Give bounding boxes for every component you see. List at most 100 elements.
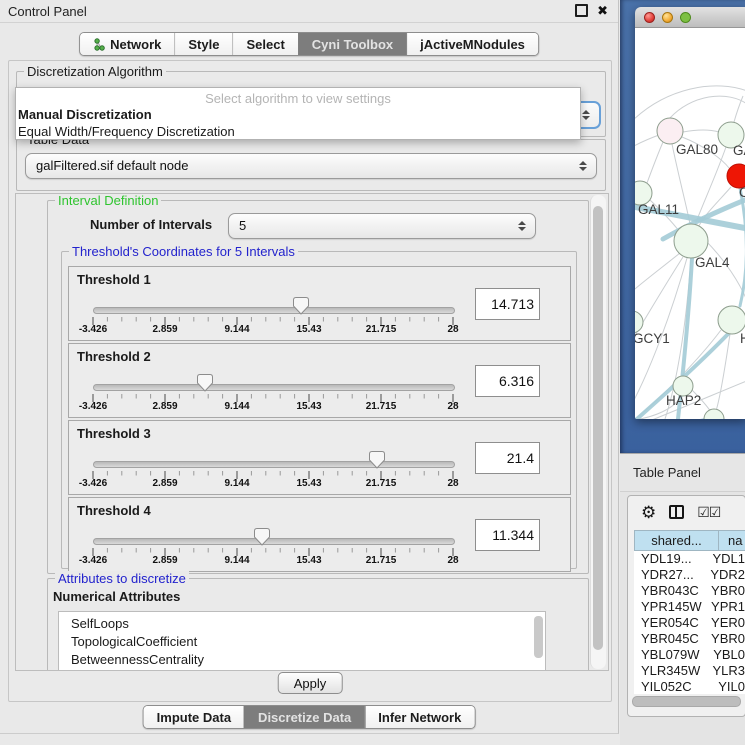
tab-network[interactable]: Network bbox=[80, 33, 174, 55]
column-header-shared-name[interactable]: shared... bbox=[634, 530, 719, 551]
network-edge[interactable] bbox=[683, 130, 719, 132]
threshold-4-box: Threshold 4-3.4262.8599.14415.4321.71528 bbox=[68, 497, 571, 572]
threshold-1-value-input[interactable] bbox=[475, 288, 540, 320]
cell-name[interactable]: YPR1 bbox=[707, 599, 745, 615]
threshold-4-slider-track[interactable] bbox=[93, 538, 455, 545]
table-row[interactable]: YPR145WYPR1 bbox=[634, 599, 745, 615]
network-edge[interactable] bbox=[705, 240, 745, 303]
threshold-3-box: Threshold 3-3.4262.8599.14415.4321.71528 bbox=[68, 420, 571, 495]
close-traffic-light-icon[interactable] bbox=[644, 12, 655, 23]
threshold-1-slider-thumb[interactable] bbox=[292, 296, 310, 316]
number-of-intervals-combobox[interactable]: 5 bbox=[228, 213, 536, 239]
column-header-name[interactable]: na bbox=[719, 530, 745, 551]
cell-shared-name[interactable]: YBR043C bbox=[634, 583, 707, 599]
tab-style[interactable]: Style bbox=[174, 33, 232, 55]
table-row[interactable]: YBR043CYBR0 bbox=[634, 583, 745, 599]
table-row[interactable]: YDL19...YDL1 bbox=[634, 551, 745, 567]
cell-name[interactable]: YDL1 bbox=[708, 551, 745, 567]
network-window[interactable]: GAL80GACGAL11GAL4GCY1HHAP2 bbox=[635, 7, 745, 419]
split-columns-icon[interactable] bbox=[669, 505, 684, 519]
tab-cyni-toolbox-label: Cyni Toolbox bbox=[312, 37, 393, 52]
network-node-gcy1[interactable] bbox=[635, 311, 643, 333]
zoom-traffic-light-icon[interactable] bbox=[680, 12, 691, 23]
cell-name[interactable]: YIL0 bbox=[714, 679, 745, 694]
node-label: HAP2 bbox=[666, 393, 701, 408]
threshold-3-slider-track[interactable] bbox=[93, 461, 455, 468]
attribute-item-topologicalcoefficient[interactable]: TopologicalCoefficient bbox=[59, 633, 545, 651]
threshold-2-slider-track[interactable] bbox=[93, 384, 455, 391]
threshold-3-label: Threshold 3 bbox=[77, 426, 151, 441]
threshold-2-slider-thumb[interactable] bbox=[196, 373, 214, 393]
table-row[interactable]: YIL052CYIL0 bbox=[634, 679, 745, 694]
network-edge[interactable] bbox=[647, 142, 663, 183]
bottom-tab-infer-network[interactable]: Infer Network bbox=[364, 706, 474, 728]
slider-tick-label: 9.144 bbox=[224, 401, 249, 412]
close-icon[interactable]: ✖ bbox=[597, 4, 608, 17]
threshold-1-slider-track[interactable] bbox=[93, 307, 455, 314]
network-node[interactable] bbox=[704, 409, 724, 419]
settings-scrollbar[interactable] bbox=[590, 195, 606, 669]
table-row[interactable]: YBL079WYBL0 bbox=[634, 647, 745, 663]
network-view-area: GAL80GACGAL11GAL4GCY1HHAP2 bbox=[620, 0, 745, 453]
tab-cyni-toolbox[interactable]: Cyni Toolbox bbox=[298, 33, 406, 55]
table-row[interactable]: YDR27...YDR2 bbox=[634, 567, 745, 583]
table-row[interactable]: YLR345WYLR3 bbox=[634, 663, 745, 679]
network-node-h[interactable] bbox=[718, 306, 745, 334]
table-horizontal-scrollbar[interactable] bbox=[632, 696, 741, 707]
cell-shared-name[interactable]: YDR27... bbox=[634, 567, 706, 583]
slider-tick-label: 21.715 bbox=[366, 324, 397, 335]
apply-button[interactable]: Apply bbox=[278, 672, 343, 694]
threshold-4-value-input[interactable] bbox=[475, 519, 540, 551]
cell-name[interactable]: YBL0 bbox=[709, 647, 745, 663]
network-edge-highlighted[interactable] bbox=[635, 418, 713, 419]
attributes-group: Attributes to discretize Numerical Attri… bbox=[47, 578, 589, 671]
list-scrollbar[interactable] bbox=[534, 616, 543, 658]
network-canvas[interactable]: GAL80GACGAL11GAL4GCY1HHAP2 bbox=[635, 28, 745, 419]
cell-name[interactable]: YBR0 bbox=[707, 583, 745, 599]
threshold-3-slider-thumb[interactable] bbox=[368, 450, 386, 470]
algorithm-placeholder-option[interactable]: Select algorithm to view settings bbox=[16, 88, 580, 106]
attribute-item-betweennesscentrality[interactable]: BetweennessCentrality bbox=[59, 651, 545, 669]
cell-shared-name[interactable]: YLR345W bbox=[634, 663, 708, 679]
bottom-tab-impute-data[interactable]: Impute Data bbox=[144, 706, 244, 728]
cell-shared-name[interactable]: YER054C bbox=[634, 615, 707, 631]
network-edge[interactable] bbox=[635, 86, 745, 123]
threshold-3-value-input[interactable] bbox=[475, 442, 540, 474]
settings-scrollbar-thumb[interactable] bbox=[593, 206, 603, 650]
network-edge[interactable] bbox=[635, 135, 659, 148]
bottom-tab-discretize-data[interactable]: Discretize Data bbox=[244, 706, 364, 728]
cyni-toolbox-panel: Discretization Algorithm Select algorith… bbox=[8, 60, 612, 702]
network-node-gal4[interactable] bbox=[674, 224, 708, 258]
cell-name[interactable]: YBR0 bbox=[707, 631, 745, 647]
cell-name[interactable]: YDR2 bbox=[706, 567, 745, 583]
gear-icon[interactable]: ⚙ bbox=[641, 504, 656, 521]
slider-tick-label: 28 bbox=[447, 324, 458, 335]
cell-shared-name[interactable]: YIL052C bbox=[634, 679, 714, 694]
table-row[interactable]: YBR045CYBR0 bbox=[634, 631, 745, 647]
table-row[interactable]: YER054CYER0 bbox=[634, 615, 745, 631]
minimize-traffic-light-icon[interactable] bbox=[662, 12, 673, 23]
cell-shared-name[interactable]: YPR145W bbox=[634, 599, 707, 615]
network-edge[interactable] bbox=[635, 253, 680, 296]
select-all-checkboxes-icon[interactable]: ☑☑ bbox=[697, 505, 720, 519]
cell-shared-name[interactable]: YDL19... bbox=[634, 551, 708, 567]
network-edge[interactable] bbox=[670, 96, 745, 118]
tab-jactivemnodules[interactable]: jActiveMNodules bbox=[406, 33, 538, 55]
threshold-4-label: Threshold 4 bbox=[77, 503, 151, 518]
numerical-attributes-list[interactable]: SelfLoopsTopologicalCoefficientBetweenne… bbox=[58, 611, 546, 671]
network-node-gal80[interactable] bbox=[657, 118, 683, 144]
threshold-2-value-input[interactable] bbox=[475, 365, 540, 397]
attribute-item-selfloops[interactable]: SelfLoops bbox=[59, 615, 545, 633]
algorithm-option-manual[interactable]: Manual Discretization bbox=[16, 106, 580, 123]
float-window-icon[interactable] bbox=[575, 4, 588, 17]
control-panel-window: Control Panel ✖ NetworkStyleSelectCyni T… bbox=[0, 0, 619, 734]
tab-select[interactable]: Select bbox=[232, 33, 297, 55]
table-data-combobox[interactable]: galFiltered.sif default node bbox=[25, 153, 597, 179]
threshold-4-slider-thumb[interactable] bbox=[253, 527, 271, 547]
cell-shared-name[interactable]: YBR045C bbox=[634, 631, 707, 647]
interval-definition-group-title: Interval Definition bbox=[55, 193, 161, 208]
cell-name[interactable]: YLR3 bbox=[708, 663, 745, 679]
cell-name[interactable]: YER0 bbox=[707, 615, 745, 631]
cell-shared-name[interactable]: YBL079W bbox=[634, 647, 709, 663]
algorithm-option-equal-width[interactable]: Equal Width/Frequency Discretization bbox=[16, 123, 580, 140]
